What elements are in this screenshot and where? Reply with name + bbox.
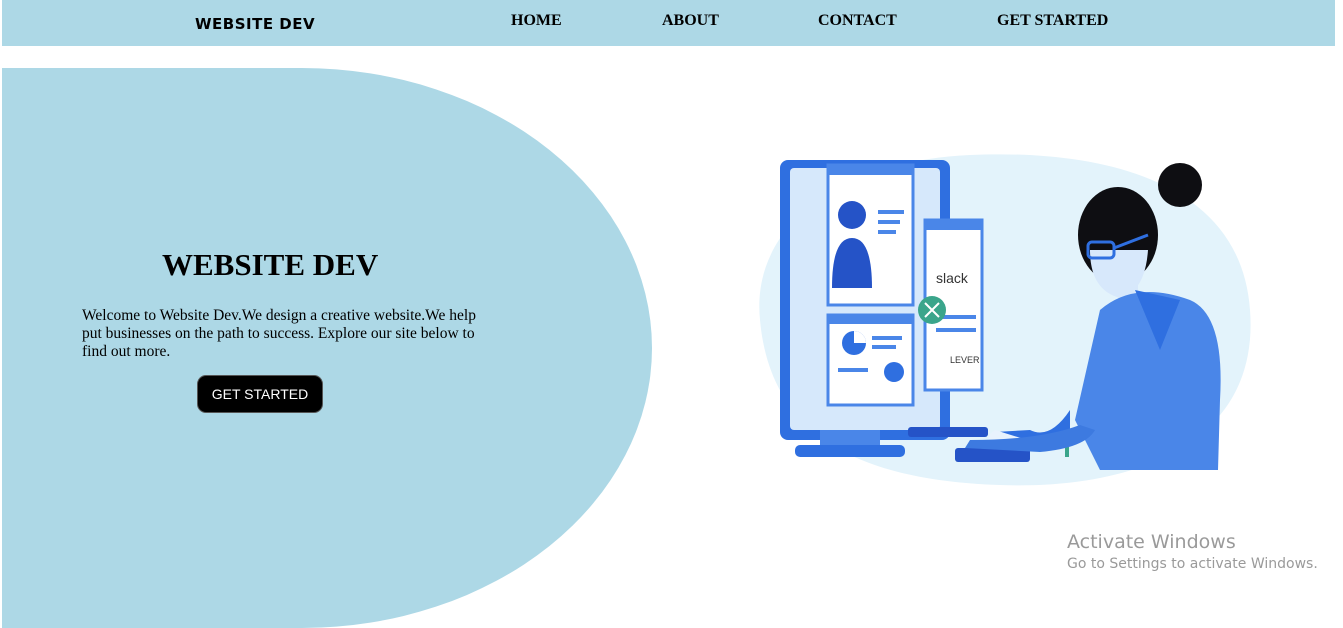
chart-card — [826, 313, 915, 407]
lever-label: LEVER — [950, 355, 980, 365]
navbar: WEBSITE DEV HOME ABOUT CONTACT GET START… — [2, 0, 1335, 46]
nav-link-contact[interactable]: CONTACT — [818, 12, 897, 30]
nav-link-get-started[interactable]: GET STARTED — [997, 12, 1108, 30]
hero-illustration: slack LEVER — [759, 154, 1251, 486]
profile-card — [826, 163, 915, 307]
slack-label: slack — [936, 270, 969, 286]
activate-windows-subtitle: Go to Settings to activate Windows. — [1067, 556, 1318, 572]
nav-link-about[interactable]: ABOUT — [662, 12, 719, 30]
site-logo[interactable]: WEBSITE DEV — [195, 15, 315, 33]
nav-link-home[interactable]: HOME — [511, 12, 562, 30]
get-started-button[interactable]: GET STARTED — [197, 375, 323, 413]
activate-windows-title: Activate Windows — [1067, 531, 1236, 553]
hero-description: Welcome to Website Dev.We design a creat… — [82, 307, 476, 360]
hero-title: WEBSITE DEV — [162, 247, 379, 282]
